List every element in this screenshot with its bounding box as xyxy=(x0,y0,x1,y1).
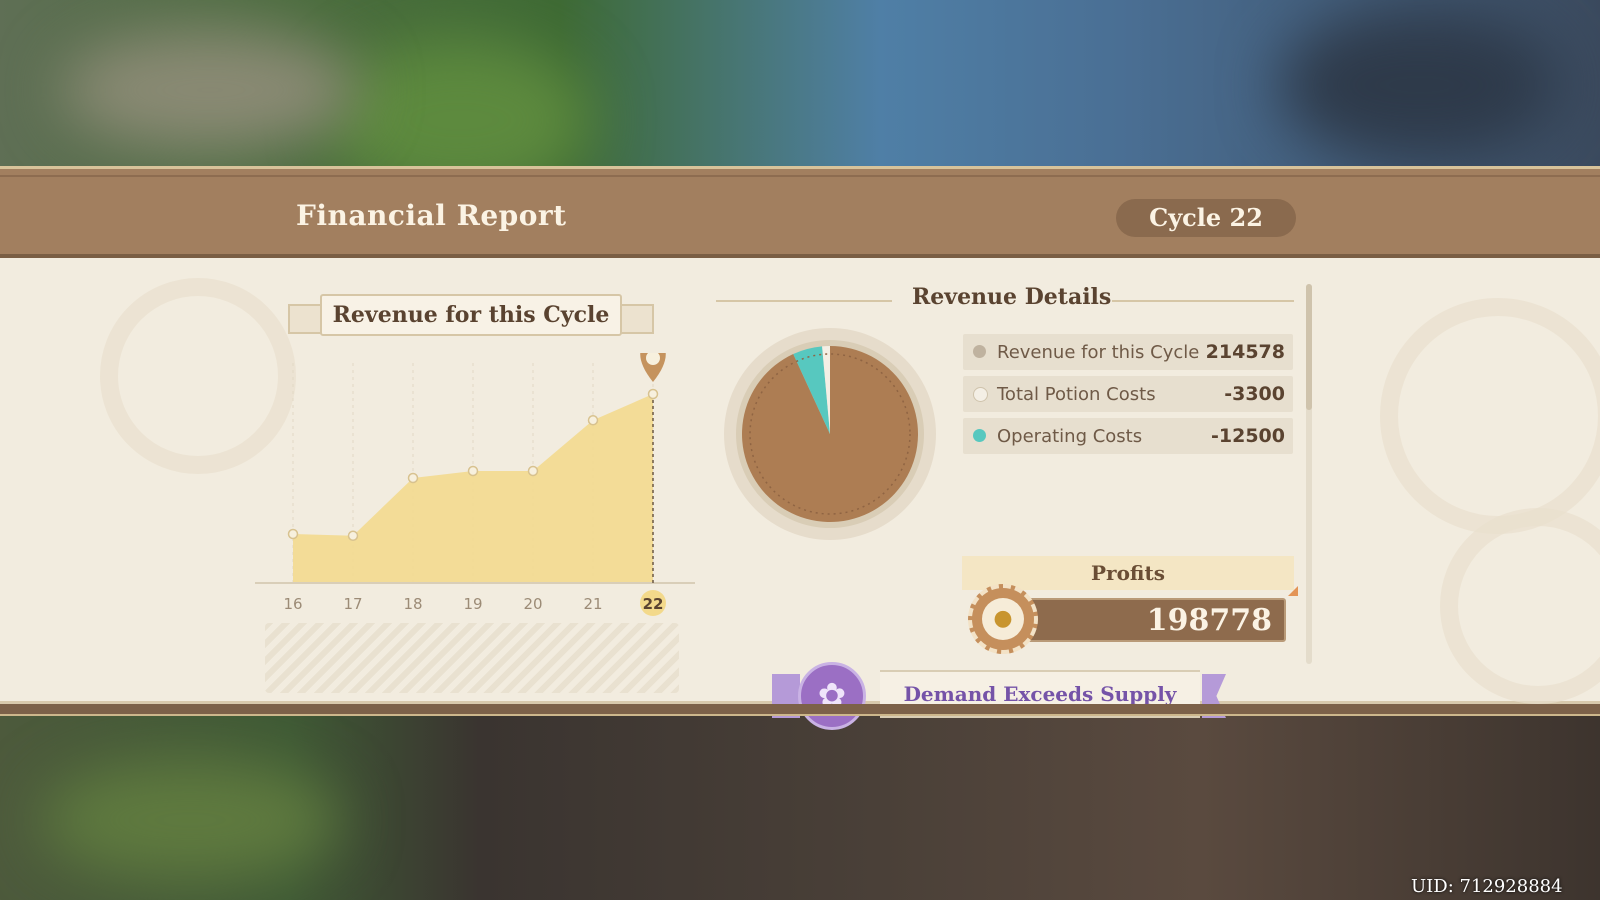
legend-dot-revenue xyxy=(973,345,986,358)
coins-icon: ● xyxy=(982,598,1024,640)
scrollbar-thumb[interactable] xyxy=(1306,284,1312,410)
financial-report-panel: Financial Report Cycle 22 Revenue for th… xyxy=(0,166,1600,730)
data-point-17 xyxy=(347,530,359,541)
legend-dot-operating xyxy=(973,429,986,442)
revenue-pie-chart xyxy=(724,328,936,540)
legend-dot-potion xyxy=(973,387,988,402)
data-point-20 xyxy=(527,465,539,477)
detail-value: -3300 xyxy=(1224,383,1285,405)
coin-badge: ● xyxy=(968,584,1038,654)
tick-label-17: 17 xyxy=(343,595,362,613)
data-point-16 xyxy=(287,528,299,540)
uid-label: UID: 712928884 xyxy=(1411,876,1563,897)
data-point-21 xyxy=(587,415,599,426)
tick-label-20: 20 xyxy=(523,595,542,613)
detail-label: Total Potion Costs xyxy=(997,384,1156,405)
profits-value: 198778 xyxy=(1146,603,1272,638)
revenue-area-chart: 16 17 18 19 20 21 22 xyxy=(255,353,695,616)
data-point-22 xyxy=(647,388,659,400)
profits-bar: 198778 xyxy=(1000,598,1286,642)
chart-footer-decoration xyxy=(265,623,679,693)
cycle-badge: Cycle 22 xyxy=(1116,199,1296,237)
tick-label-21: 21 xyxy=(583,595,602,613)
detail-row-potion-costs: Total Potion Costs -3300 xyxy=(963,376,1293,412)
detail-value: -12500 xyxy=(1211,425,1285,447)
chart-title-banner: Revenue for this Cycle xyxy=(288,294,654,336)
detail-value: 214578 xyxy=(1205,341,1285,363)
data-point-19 xyxy=(467,465,479,477)
detail-label: Revenue for this Cycle xyxy=(997,342,1200,363)
detail-label: Operating Costs xyxy=(997,426,1143,447)
page-title: Financial Report xyxy=(296,199,567,232)
area-fill xyxy=(293,394,653,583)
data-point-18 xyxy=(407,472,419,484)
tick-label-22: 22 xyxy=(643,595,664,613)
revenue-details-list: Revenue for this Cycle 214578 Total Poti… xyxy=(963,334,1293,460)
details-scrollbar[interactable] xyxy=(1306,284,1312,664)
corner-tag-icon xyxy=(1278,586,1298,596)
report-body: Revenue for this Cycle 16 17 18 19 20 21 22 Re… xyxy=(0,258,1600,730)
revenue-details-title: Revenue Details xyxy=(912,284,1112,310)
panel-bottom-border xyxy=(0,704,1600,716)
tick-label-19: 19 xyxy=(463,595,482,613)
report-header: Financial Report Cycle 22 xyxy=(0,166,1600,258)
detail-row-revenue: Revenue for this Cycle 214578 xyxy=(963,334,1293,370)
tick-label-18: 18 xyxy=(403,595,422,613)
detail-row-operating-costs: Operating Costs -12500 xyxy=(963,418,1293,454)
demand-emblem-icon: ✿ xyxy=(798,662,866,730)
tick-label-16: 16 xyxy=(283,595,302,613)
